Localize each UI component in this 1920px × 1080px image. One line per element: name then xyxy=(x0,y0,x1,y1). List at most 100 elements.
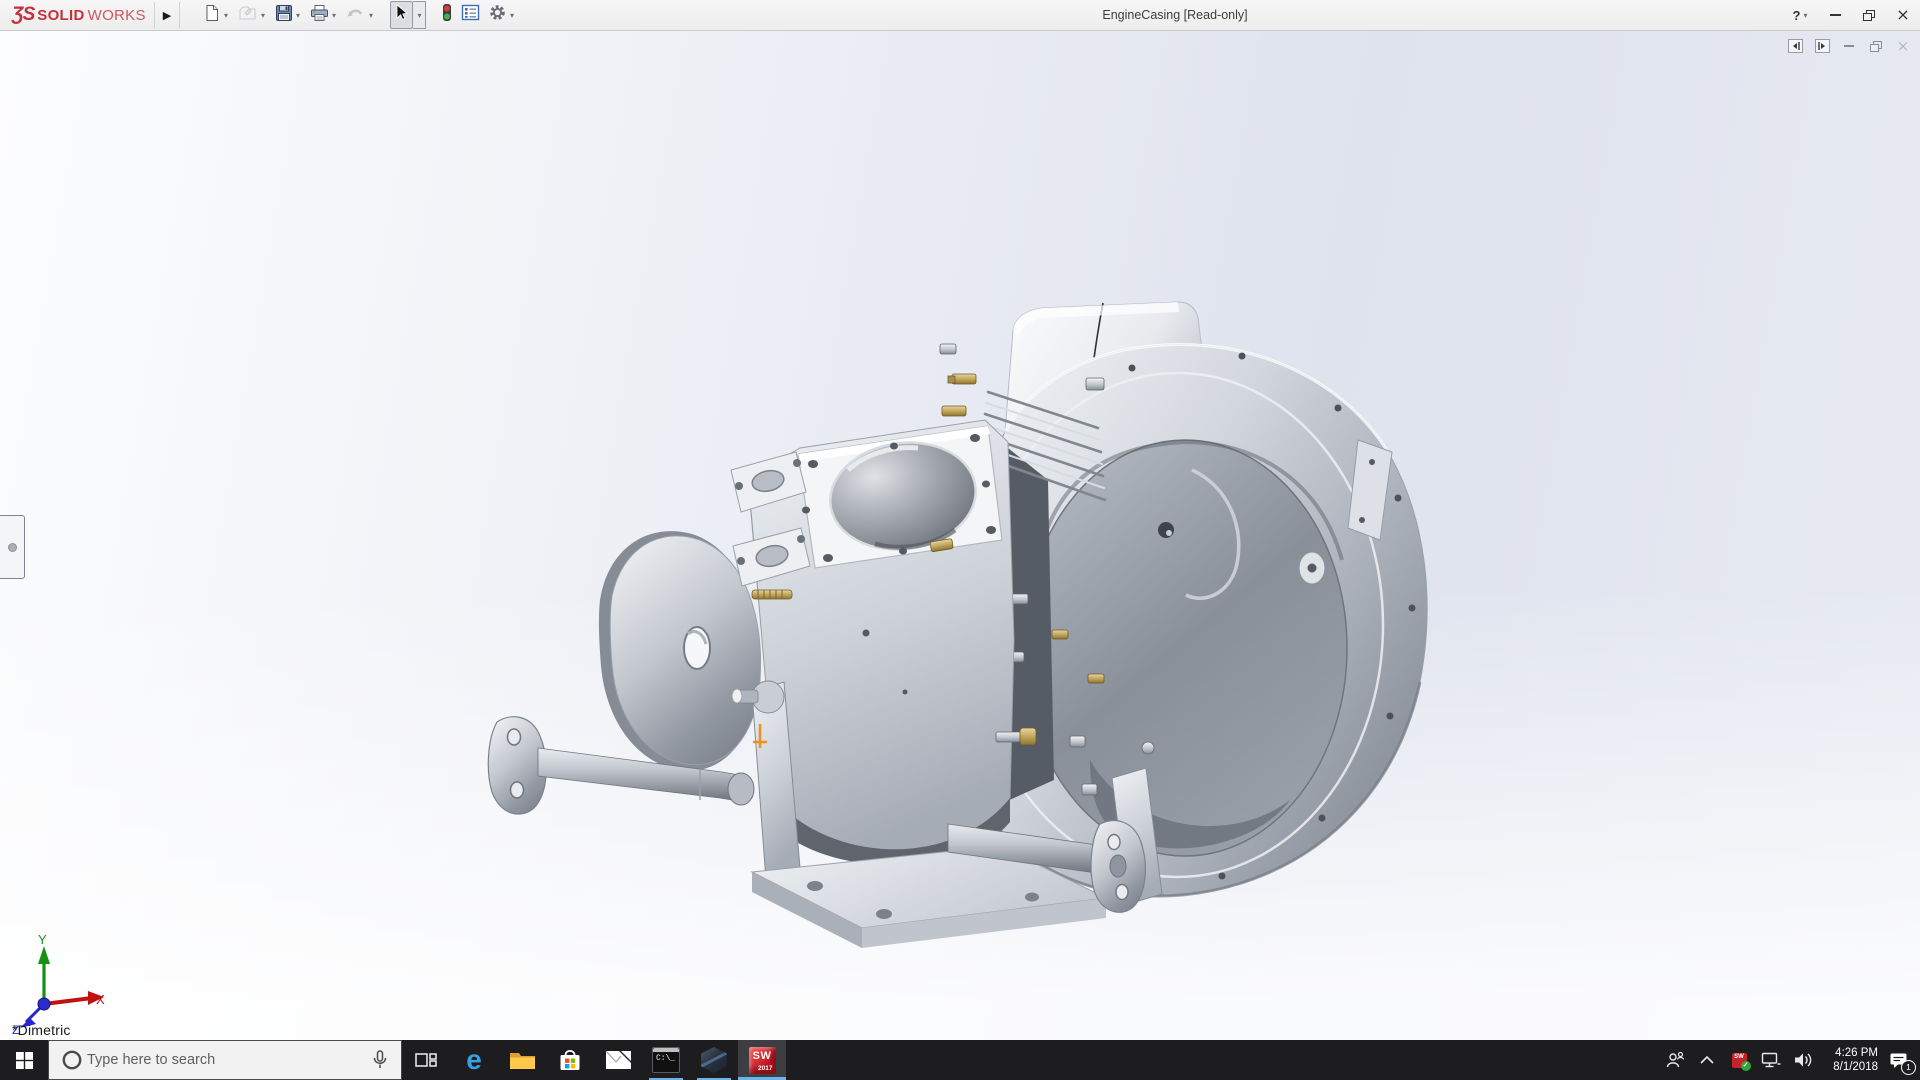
logo-works-text: WORKS xyxy=(88,7,146,24)
new-document-icon xyxy=(203,4,221,27)
solidworks-2017-icon: SW 2017 xyxy=(749,1047,776,1074)
save-button[interactable]: ▾ xyxy=(272,2,305,28)
document-window-controls: × xyxy=(1786,38,1912,54)
undo-dropdown-icon[interactable]: ▾ xyxy=(367,11,375,20)
window-controls: ? ▾ × xyxy=(1784,0,1920,30)
taskbar-clock[interactable]: 4:26 PM 8/1/2018 xyxy=(1824,1046,1878,1074)
panel-right-button[interactable] xyxy=(1813,38,1831,54)
help-dropdown-icon[interactable]: ▾ xyxy=(1801,11,1809,20)
clock-date: 8/1/2018 xyxy=(1824,1060,1878,1074)
save-dropdown-icon[interactable]: ▾ xyxy=(294,11,302,20)
mail-icon xyxy=(605,1050,632,1070)
menu-flyout-arrow-icon[interactable]: ▶ xyxy=(154,2,180,28)
document-title: EngineCasing [Read-only] xyxy=(1102,8,1247,22)
taskbar-file-explorer[interactable] xyxy=(498,1040,546,1080)
windows-taskbar: e C:\_ xyxy=(0,1040,1920,1080)
restore-icon xyxy=(1863,10,1875,21)
ds-logo-mark: ƷS xyxy=(12,4,34,26)
select-cursor-icon xyxy=(394,4,409,26)
microphone-icon[interactable] xyxy=(371,1049,389,1071)
options-button[interactable]: ▾ xyxy=(485,2,519,28)
undo-button[interactable]: ▾ xyxy=(343,2,378,28)
close-icon: × xyxy=(1896,7,1909,23)
task-view-button[interactable] xyxy=(402,1040,450,1080)
task-view-icon xyxy=(415,1051,437,1069)
select-dropdown-icon: ▾ xyxy=(416,11,424,20)
rebuild-button[interactable] xyxy=(438,2,456,28)
network-button[interactable] xyxy=(1760,1040,1782,1080)
people-button[interactable] xyxy=(1664,1040,1686,1080)
select-dropdown-button[interactable]: ▾ xyxy=(413,1,426,29)
doc-restore-button[interactable] xyxy=(1867,38,1885,54)
triad-x-label: X xyxy=(96,992,105,1007)
people-icon xyxy=(1665,1051,1685,1069)
printer-icon xyxy=(310,4,329,27)
green-check-icon: ✓ xyxy=(1741,1061,1751,1071)
engine-casing-geometry xyxy=(488,302,1427,948)
quick-access-toolbar: ▾ ▾ ▾ ▾ ▾ xyxy=(200,0,519,30)
solidworks-logo: ƷS SOLIDWORKS xyxy=(12,0,146,30)
view-orientation-label: *Dimetric xyxy=(12,1022,71,1038)
undo-arrow-icon xyxy=(346,4,366,27)
taskbar-composer[interactable] xyxy=(690,1040,738,1080)
search-input[interactable] xyxy=(83,1052,371,1068)
feature-manager-collapsed-tab[interactable] xyxy=(0,515,25,579)
engine-casing-model[interactable]: Y X Z xyxy=(0,0,1920,1080)
print-button[interactable]: ▾ xyxy=(307,2,341,28)
doc-close-button[interactable]: × xyxy=(1894,38,1912,54)
clock-time: 4:26 PM xyxy=(1824,1046,1878,1060)
doc-minimize-button[interactable] xyxy=(1840,38,1858,54)
options-gear-icon xyxy=(488,3,507,27)
file-explorer-icon xyxy=(509,1049,536,1071)
panel-left-button[interactable] xyxy=(1786,38,1804,54)
new-document-button[interactable]: ▾ xyxy=(200,2,233,28)
open-folder-icon xyxy=(238,4,258,27)
options-dropdown-icon[interactable]: ▾ xyxy=(508,11,516,20)
rebuild-traffic-light-icon xyxy=(441,3,453,27)
chevron-up-icon xyxy=(1699,1055,1715,1065)
file-properties-button[interactable] xyxy=(458,2,483,28)
doc-minimize-icon xyxy=(1844,45,1854,47)
tray-overflow-button[interactable] xyxy=(1696,1040,1718,1080)
select-tool-button[interactable] xyxy=(390,1,413,29)
system-tray: SW ✓ 4:26 PM 8/1/2018 xyxy=(1654,1040,1920,1080)
hexagon-app-icon xyxy=(700,1047,728,1073)
action-center-button[interactable]: 1 xyxy=(1888,1040,1910,1080)
print-dropdown-icon[interactable]: ▾ xyxy=(330,11,338,20)
doc-close-icon: × xyxy=(1897,38,1910,54)
logo-solid-text: SOLID xyxy=(37,7,84,24)
taskbar-store[interactable] xyxy=(546,1040,594,1080)
open-button[interactable]: ▾ xyxy=(235,2,270,28)
open-dropdown-icon[interactable]: ▾ xyxy=(259,11,267,20)
taskbar-search[interactable] xyxy=(48,1040,402,1080)
new-dropdown-icon[interactable]: ▾ xyxy=(222,11,230,20)
solidworks-monitor-icon: SW ✓ xyxy=(1732,1053,1747,1068)
graphics-viewport[interactable]: Y X Z × *Dimetric xyxy=(0,31,1920,1040)
store-icon xyxy=(557,1047,583,1073)
minimize-icon xyxy=(1830,14,1841,16)
triad-y-label: Y xyxy=(38,932,47,947)
notification-badge: 1 xyxy=(1901,1060,1916,1075)
speaker-icon xyxy=(1793,1051,1813,1069)
volume-button[interactable] xyxy=(1792,1040,1814,1080)
save-floppy-icon xyxy=(275,4,293,27)
solidworks-resource-monitor[interactable]: SW ✓ xyxy=(1728,1040,1750,1080)
command-prompt-icon: C:\_ xyxy=(652,1047,680,1073)
taskbar-solidworks[interactable]: SW 2017 xyxy=(738,1040,786,1080)
taskbar-edge[interactable]: e xyxy=(450,1040,498,1080)
cortana-circle-icon xyxy=(61,1049,83,1071)
help-icon: ? xyxy=(1793,8,1801,23)
taskbar-mail[interactable] xyxy=(594,1040,642,1080)
windows-logo-icon xyxy=(16,1052,33,1069)
start-button[interactable] xyxy=(0,1040,48,1080)
minimize-button[interactable] xyxy=(1818,0,1852,30)
file-properties-icon xyxy=(461,4,480,26)
taskbar-command-prompt[interactable]: C:\_ xyxy=(642,1040,690,1080)
close-button[interactable]: × xyxy=(1886,0,1920,30)
edge-icon: e xyxy=(466,1046,482,1074)
doc-restore-icon xyxy=(1870,41,1882,52)
title-bar: ƷS SOLIDWORKS ▶ ▾ ▾ ▾ xyxy=(0,0,1920,31)
help-button[interactable]: ? ▾ xyxy=(1784,0,1818,30)
restore-button[interactable] xyxy=(1852,0,1886,30)
network-icon xyxy=(1761,1051,1781,1069)
